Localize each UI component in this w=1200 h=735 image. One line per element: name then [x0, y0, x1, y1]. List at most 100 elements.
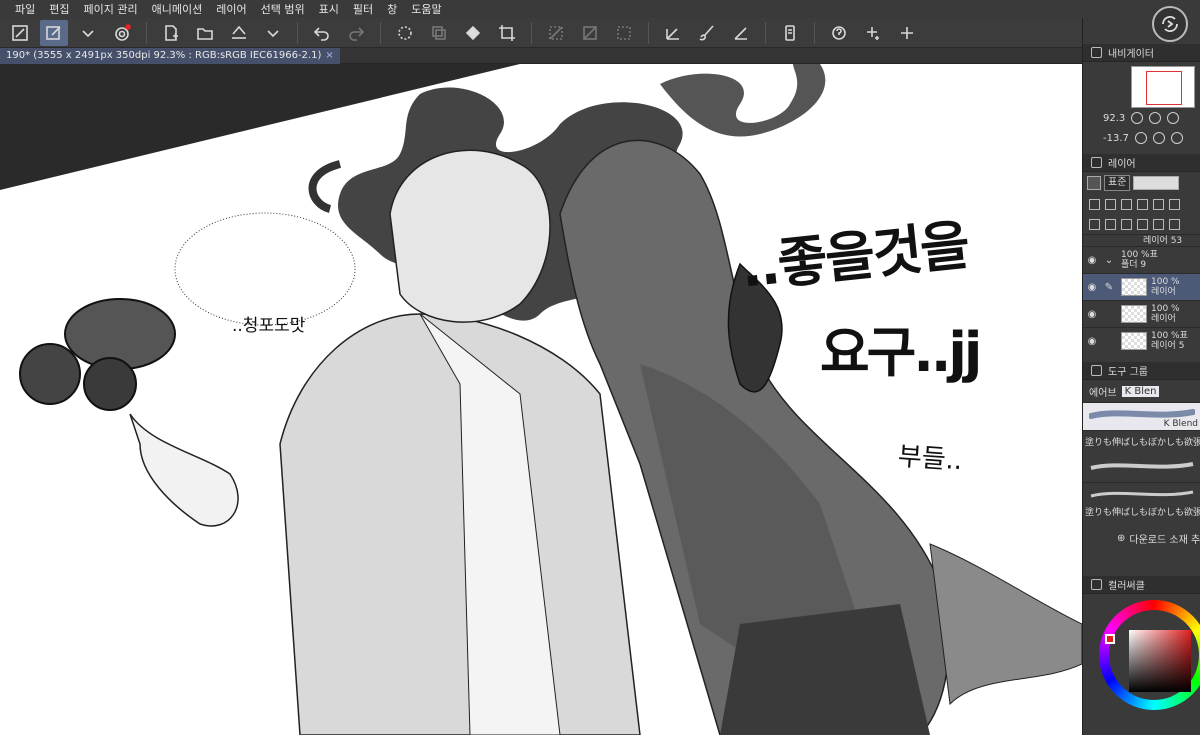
sparkle-icon[interactable]: [859, 20, 887, 46]
canvas-area[interactable]: ..청포도맛 ..좋을것을 요구..jj 부들..: [0, 64, 1082, 735]
toolbar-separator: [380, 21, 381, 44]
save-dropdown-icon[interactable]: [259, 20, 287, 46]
layer-actions-row-2: [1083, 214, 1200, 234]
flip-icon[interactable]: [1170, 132, 1183, 144]
tool-tab-blend[interactable]: K Blen: [1121, 385, 1160, 397]
eye-icon[interactable]: ◉: [1083, 255, 1101, 266]
layer-action-icon[interactable]: [1089, 198, 1100, 210]
layer-item-selected[interactable]: ◉ ✎ 100 % 레이어: [1083, 273, 1200, 300]
clip-studio-window: { "menu": ["파일","편집","페이지 관리","애니메이션","레…: [0, 0, 1200, 735]
crop-icon[interactable]: [493, 20, 521, 46]
document-tab[interactable]: 190* (3555 x 2491px 350dpi 92.3% : RGB:s…: [0, 48, 340, 64]
ruler-icon[interactable]: [727, 20, 755, 46]
invert-selection-icon[interactable]: [610, 20, 638, 46]
layer-info: 100 %표 폴더 9: [1121, 250, 1158, 270]
loading-icon[interactable]: [391, 20, 419, 46]
menu-animation[interactable]: 애니메이션: [145, 1, 210, 17]
rotation-value[interactable]: -13.7: [1103, 133, 1129, 144]
layer-action-icon[interactable]: [1169, 198, 1180, 210]
new-file-icon[interactable]: [157, 20, 185, 46]
layer-item[interactable]: ◉ 100 % 레이어: [1083, 300, 1200, 327]
layer-action-icon[interactable]: [1121, 198, 1132, 210]
eye-icon[interactable]: ◉: [1083, 309, 1101, 320]
menu-page[interactable]: 페이지 관리: [77, 1, 145, 17]
menu-view[interactable]: 표시: [312, 1, 346, 17]
open-folder-icon[interactable]: [191, 20, 219, 46]
layer-action-icon[interactable]: [1153, 198, 1164, 210]
rotate-left-icon[interactable]: [1134, 132, 1147, 144]
blend-mode-select[interactable]: 표준: [1104, 175, 1131, 191]
layer-name: 레이어 5: [1151, 341, 1185, 351]
zoom-in-icon[interactable]: [1149, 112, 1162, 124]
tool-tab-airbrush[interactable]: 에어브: [1089, 384, 1117, 399]
new-layer-icon[interactable]: [1089, 218, 1100, 230]
hue-knob[interactable]: [1105, 634, 1115, 644]
help-icon[interactable]: [825, 20, 853, 46]
layer-info: 100 %표 레이어 5: [1151, 331, 1188, 351]
merge-icon[interactable]: [1121, 218, 1132, 230]
layer-item[interactable]: 레이어 53: [1083, 234, 1200, 246]
layer-item[interactable]: ◉ ⌄ 100 %표 폴더 9: [1083, 246, 1200, 273]
brush-item[interactable]: 塗りも伸ばしもぼかしも欲張: [1083, 482, 1200, 526]
mask-icon[interactable]: [1137, 218, 1148, 230]
dropdown-icon[interactable]: [74, 20, 102, 46]
eye-icon[interactable]: ◉: [1083, 282, 1101, 293]
navigator-header[interactable]: 내비게이터: [1083, 44, 1200, 62]
expand-icon[interactable]: ⌄: [1101, 253, 1117, 267]
toolbar-separator: [765, 21, 766, 44]
menu-help[interactable]: 도움말: [404, 1, 448, 17]
undo-icon[interactable]: [308, 20, 336, 46]
close-tab-icon[interactable]: ×: [325, 50, 333, 61]
download-label: 다운로드 소재 추가: [1129, 534, 1200, 546]
brush-name: 塗りも伸ばしもぼかしも欲張: [1085, 508, 1200, 518]
color-circle-header[interactable]: 컬러써클: [1083, 576, 1200, 594]
new-folder-icon[interactable]: [1105, 218, 1116, 230]
menu-selection[interactable]: 선택 범위: [254, 1, 312, 17]
transform-icon[interactable]: [542, 20, 570, 46]
save-icon[interactable]: [225, 20, 253, 46]
sfx-text-2: 요구..jj: [820, 321, 982, 384]
brush-icon[interactable]: [693, 20, 721, 46]
lock-icon[interactable]: [1153, 218, 1164, 230]
layer-action-icon[interactable]: [1105, 198, 1116, 210]
opacity-slider[interactable]: [1133, 176, 1180, 190]
fit-icon[interactable]: [1167, 112, 1180, 124]
layer-panel-header[interactable]: 레이어: [1083, 154, 1200, 172]
fit-screen-icon[interactable]: [6, 20, 34, 46]
sparkle2-icon[interactable]: [893, 20, 921, 46]
tool-group-header[interactable]: 도구 그룹: [1083, 362, 1200, 380]
fill-icon[interactable]: [459, 20, 487, 46]
menu-file[interactable]: 파일: [8, 1, 42, 17]
download-materials[interactable]: ⊕다운로드 소재 추가: [1083, 526, 1200, 550]
quick-access-button[interactable]: [1152, 6, 1188, 42]
eye-icon[interactable]: ◉: [1083, 336, 1101, 347]
toolbar-separator: [648, 21, 649, 44]
pen-edit-icon[interactable]: ✎: [1101, 280, 1117, 294]
layer-name: 폴더 9: [1121, 260, 1147, 270]
deselect-icon[interactable]: [576, 20, 604, 46]
brush-item-selected[interactable]: K Blend: [1083, 402, 1200, 430]
layer-color-icon[interactable]: [1087, 176, 1101, 190]
zoom-out-icon[interactable]: [1131, 112, 1144, 124]
layer-copy-icon[interactable]: [425, 20, 453, 46]
delete-layer-icon[interactable]: [1169, 218, 1180, 230]
navigator-thumbnail[interactable]: [1131, 66, 1195, 108]
brush-item[interactable]: 塗りも伸ばしもぼかしも欲張: [1083, 430, 1200, 482]
phone-icon[interactable]: [776, 20, 804, 46]
menu-layer[interactable]: 레이어: [209, 1, 253, 17]
record-icon[interactable]: [108, 20, 136, 46]
redo-icon[interactable]: [342, 20, 370, 46]
layer-item[interactable]: ◉ 100 %표 레이어 5: [1083, 327, 1200, 354]
menu-edit[interactable]: 편집: [42, 1, 76, 17]
document-tab-bar: 190* (3555 x 2491px 350dpi 92.3% : RGB:s…: [0, 48, 1082, 64]
tool-settings-icon[interactable]: [40, 19, 68, 46]
layer-opacity: 100 %표: [1151, 331, 1188, 341]
rotate-right-icon[interactable]: [1152, 132, 1165, 144]
pen-icon[interactable]: [659, 20, 687, 46]
menu-window[interactable]: 창: [380, 1, 404, 17]
zoom-value[interactable]: 92.3: [1103, 113, 1125, 124]
menu-filter[interactable]: 필터: [346, 1, 380, 17]
color-wheel[interactable]: [1099, 600, 1200, 710]
saturation-value-square[interactable]: [1129, 630, 1191, 692]
layer-action-icon[interactable]: [1137, 198, 1148, 210]
